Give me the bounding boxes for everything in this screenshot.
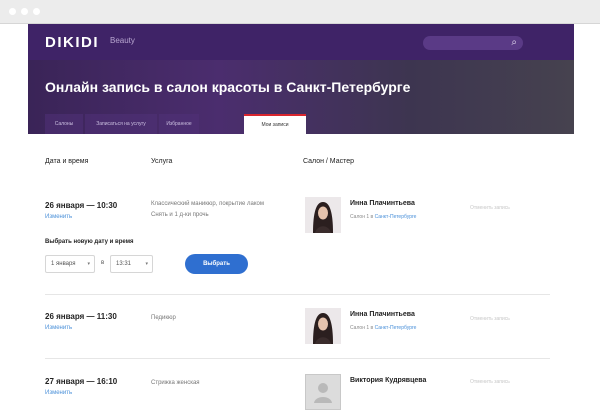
logo[interactable]: DIKIDI: [45, 34, 99, 51]
column-header-date: Дата и время: [45, 158, 89, 165]
window-dot-icon[interactable]: [33, 8, 40, 15]
chevron-down-icon: ▾: [145, 261, 148, 267]
record-date: 26 января — 11:30: [45, 312, 117, 321]
top-navbar: DIKIDI Beauty ⌕: [28, 24, 574, 60]
time-select[interactable]: 13:31 ▾: [110, 255, 153, 273]
record-edit-link[interactable]: Изменить: [45, 214, 72, 220]
avatar: [305, 197, 341, 233]
avatar: [305, 308, 341, 344]
cancel-link[interactable]: Отменить запись: [470, 205, 510, 211]
window-dot-icon[interactable]: [9, 8, 16, 15]
master-name[interactable]: Виктория Кудрявцева: [350, 377, 426, 384]
chevron-down-icon: ▾: [87, 261, 90, 267]
tab-salons[interactable]: Салоны: [45, 114, 83, 134]
master-salon: Салон 1 в Санкт-Петербурге: [350, 214, 417, 220]
salon-link[interactable]: Санкт-Петербурге: [375, 214, 417, 220]
master-salon: Салон 1 в Санкт-Петербурге: [350, 325, 417, 331]
logo-subtitle: Beauty: [110, 36, 135, 45]
record-service-detail: Снять и 1 д-ки прочь: [151, 212, 209, 218]
cancel-link[interactable]: Отменить запись: [470, 379, 510, 385]
record-date: 27 января — 16:10: [45, 377, 118, 386]
row-divider: [45, 358, 550, 359]
master-name[interactable]: Инна Плачинтьева: [350, 200, 415, 207]
window-dot-icon[interactable]: [21, 8, 28, 15]
record-edit-link[interactable]: Изменить: [45, 390, 72, 396]
salon-link[interactable]: Санкт-Петербурге: [375, 325, 417, 331]
date-time-separator: в: [101, 260, 105, 266]
record-edit-link[interactable]: Изменить: [45, 325, 72, 331]
master-name[interactable]: Инна Плачинтьева: [350, 311, 415, 318]
choose-button[interactable]: Выбрать: [185, 254, 248, 274]
page-frame: DIKIDI Beauty ⌕ Онлайн запись в салон кр…: [28, 24, 574, 420]
tab-book-service[interactable]: Записаться на услугу: [85, 114, 157, 134]
page-title: Онлайн запись в салон красоты в Санкт-Пе…: [45, 79, 411, 95]
record-service: Классический маникюр, покрытие лаком: [151, 201, 265, 207]
column-header-master: Салон / Мастер: [303, 158, 354, 165]
tab-my-records[interactable]: Мои записи: [244, 114, 306, 134]
cancel-link[interactable]: Отменить запись: [470, 316, 510, 322]
column-header-service: Услуга: [151, 158, 173, 165]
tab-favorites[interactable]: Избранное: [159, 114, 199, 134]
record-service: Педикюр: [151, 315, 176, 321]
avatar-placeholder: [305, 374, 341, 410]
browser-title-bar: [0, 0, 600, 24]
record-date: 26 января — 10:30: [45, 201, 118, 210]
search-input[interactable]: ⌕: [423, 36, 523, 50]
row-divider: [45, 294, 550, 295]
date-select[interactable]: 1 января ▾: [45, 255, 95, 273]
record-service: Стрижка женская: [151, 380, 200, 386]
search-icon[interactable]: ⌕: [511, 37, 517, 49]
reschedule-label: Выбрать новую дату и время: [45, 239, 134, 245]
